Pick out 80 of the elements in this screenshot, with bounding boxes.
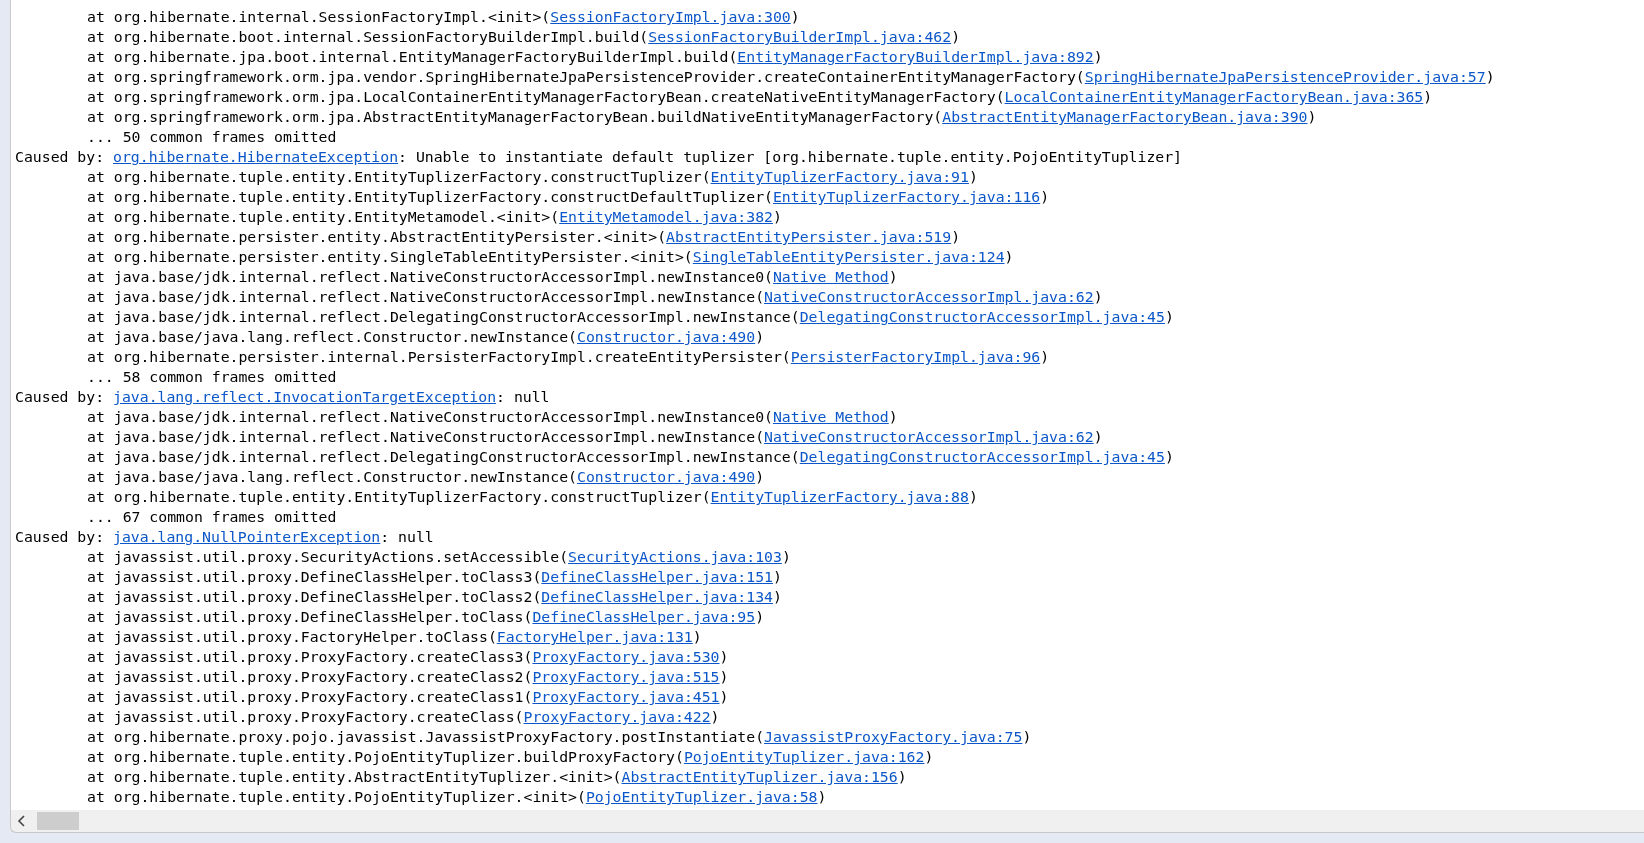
source-link[interactable]: FactoryHelper.java:131 [496,628,693,645]
source-link[interactable]: NativeConstructorAccessorImpl.java:62 [764,288,1094,305]
stack-trace-line: at javassist.util.proxy.ProxyFactory.createClass3(ProxyFactory.java:530) [87,648,729,665]
stack-trace-line: at org.hibernate.boot.internal.SessionFactoryBuilderImpl.build(SessionFactoryBuilderImpl.java:462) [87,28,961,45]
stack-trace-line: at org.hibernate.persister.entity.AbstractEntityPersister.<init>(AbstractEntityPersister.java:519) [87,228,961,245]
stack-trace-line: at org.hibernate.tuple.entity.PojoEntityTuplizer.<init>(PojoEntityTuplizer.java:58) [87,788,827,805]
source-link[interactable]: AbstractEntityManagerFactoryBean.java:390 [942,108,1308,125]
source-link[interactable]: java.lang.NullPointerException [113,528,381,545]
stack-trace-line: ... 50 common frames omitted [87,128,337,145]
stack-trace-line: at javassist.util.proxy.DefineClassHelper.toClass(DefineClassHelper.java:95) [87,608,765,625]
source-link[interactable]: AbstractEntityTuplizer.java:156 [621,768,898,785]
source-link[interactable]: SecurityActions.java:103 [568,548,782,565]
stack-trace-line: at org.hibernate.persister.entity.SingleTableEntityPersister.<init>(SingleTableEntityPersister.java:124) [87,248,1014,265]
source-link[interactable]: EntityTuplizerFactory.java:116 [772,188,1041,205]
source-link[interactable]: LocalContainerEntityManagerFactoryBean.java:365 [1004,88,1424,105]
stack-trace-line: at org.hibernate.tuple.entity.EntityTuplizerFactory.constructDefaultTuplizer(EntityTuplizerFactory.java:116) [87,188,1050,205]
source-link[interactable]: DefineClassHelper.java:134 [541,588,773,605]
stack-trace-line: at java.base/jdk.internal.reflect.NativeConstructorAccessorImpl.newInstance0(Native Method) [87,268,898,285]
stack-trace-line: at java.base/java.lang.reflect.Constructor.newInstance(Constructor.java:490) [87,468,765,485]
stack-trace-line: at java.base/jdk.internal.reflect.NativeConstructorAccessorImpl.newInstance0(Native Method) [87,408,898,425]
stack-trace-line: Caused by: java.lang.NullPointerException: null [15,528,434,545]
source-link[interactable]: Native Method [772,268,889,285]
source-link[interactable]: org.hibernate.HibernateException [113,148,399,165]
stack-trace-line: at org.hibernate.jpa.boot.internal.EntityManagerFactoryBuilderImpl.build(EntityManagerFactoryBuilderImpl.java:892) [87,48,1103,65]
source-link[interactable]: EntityTuplizerFactory.java:91 [710,168,969,185]
stack-trace-line: Caused by: java.lang.reflect.InvocationTargetException: null [15,388,550,405]
stack-trace-line: at org.hibernate.persister.internal.PersisterFactoryImpl.createEntityPersister(PersisterFactoryImpl.java:96) [87,348,1050,365]
source-link[interactable]: ProxyFactory.java:530 [532,648,720,665]
stack-trace-line: at java.base/jdk.internal.reflect.NativeConstructorAccessorImpl.newInstance(NativeConstructorAccessorImpl.java:62) [87,288,1103,305]
source-link[interactable]: SessionFactoryBuilderImpl.java:462 [648,28,952,45]
stack-trace-line: at javassist.util.proxy.DefineClassHelper.toClass2(DefineClassHelper.java:134) [87,588,782,605]
source-link[interactable]: DelegatingConstructorAccessorImpl.java:45 [799,448,1165,465]
stack-trace-line: ... 67 common frames omitted [87,508,337,525]
stack-trace-line: at javassist.util.proxy.SecurityActions.setAccessible(SecurityActions.java:103) [87,548,791,565]
scroll-left-icon[interactable] [17,815,27,827]
source-link[interactable]: ProxyFactory.java:422 [523,708,711,725]
stack-trace-line: at java.base/java.lang.reflect.Constructor.newInstance(Constructor.java:490) [87,328,765,345]
source-link[interactable]: DelegatingConstructorAccessorImpl.java:45 [799,308,1165,325]
horizontal-scrollbar[interactable] [10,810,1644,833]
source-link[interactable]: Constructor.java:490 [576,328,756,345]
stack-trace-line: at org.springframework.orm.jpa.AbstractEntityManagerFactoryBean.buildNativeEntityManagerFactory(AbstractEntityManagerFactoryBean.java:390) [87,108,1317,125]
source-link[interactable]: ProxyFactory.java:451 [532,688,720,705]
source-link[interactable]: SpringHibernateJpaPersistenceProvider.java:57 [1084,68,1486,85]
source-link[interactable]: Native Method [772,408,889,425]
stack-trace-line: at javassist.util.proxy.ProxyFactory.createClass2(ProxyFactory.java:515) [87,668,729,685]
source-link[interactable]: AbstractEntityPersister.java:519 [666,228,952,245]
source-link[interactable]: SingleTableEntityPersister.java:124 [692,248,1005,265]
stack-trace-line: at org.hibernate.proxy.pojo.javassist.JavassistProxyFactory.postInstantiate(JavassistProxyFactory.java:75) [87,728,1032,745]
stack-trace-line: ... 58 common frames omitted [87,368,337,385]
source-link[interactable]: Constructor.java:490 [576,468,756,485]
source-link[interactable]: PojoEntityTuplizer.java:58 [585,788,818,805]
stack-trace-line: at org.hibernate.tuple.entity.EntityMetamodel.<init>(EntityMetamodel.java:382) [87,208,782,225]
stack-trace-line: at javassist.util.proxy.FactoryHelper.toClass(FactoryHelper.java:131) [87,628,702,645]
source-link[interactable]: DefineClassHelper.java:95 [532,608,756,625]
stack-trace-line: at org.hibernate.tuple.entity.EntityTuplizerFactory.constructTuplizer(EntityTuplizerFactory.java:88) [87,488,978,505]
stack-trace-line: at javassist.util.proxy.ProxyFactory.createClass1(ProxyFactory.java:451) [87,688,729,705]
source-link[interactable]: JavassistProxyFactory.java:75 [764,728,1023,745]
stack-trace-line: at org.hibernate.internal.SessionFactoryImpl.<init>(SessionFactoryImpl.java:300) [87,8,800,25]
stack-trace-line: at org.hibernate.tuple.entity.EntityTuplizerFactory.constructTuplizer(EntityTuplizerFactory.java:91) [87,168,978,185]
stack-trace-line: at org.springframework.orm.jpa.LocalContainerEntityManagerFactoryBean.createNativeEntityManagerFactory(LocalContainerEntityManagerFactoryBean.java:365) [87,88,1433,105]
stack-trace-line: at java.base/jdk.internal.reflect.DelegatingConstructorAccessorImpl.newInstance(DelegatingConstructorAccessorImpl.java:45) [87,448,1174,465]
stack-trace-line: at org.springframework.orm.jpa.vendor.SpringHibernateJpaPersistenceProvider.createContainerEntityManagerFactory(SpringHibernateJpaPersistenceProvider.java:57) [87,68,1495,85]
source-link[interactable]: ProxyFactory.java:515 [532,668,720,685]
stack-trace-line: Caused by: org.hibernate.HibernateException: Unable to instantiate default tuplizer [org.hibernate.tuple.entity.PojoEntityTuplizer] [15,148,1183,165]
source-link[interactable]: java.lang.reflect.InvocationTargetException [113,388,497,405]
source-link[interactable]: EntityMetamodel.java:382 [559,208,773,225]
source-link[interactable]: PojoEntityTuplizer.java:162 [683,748,925,765]
stack-trace-line: at org.hibernate.tuple.entity.AbstractEntityTuplizer.<init>(AbstractEntityTuplizer.java:156) [87,768,907,785]
stack-trace-line: at java.base/jdk.internal.reflect.DelegatingConstructorAccessorImpl.newInstance(DelegatingConstructorAccessorImpl.java:45) [87,308,1174,325]
scrollbar-thumb[interactable] [37,812,79,830]
stack-trace-line: at javassist.util.proxy.DefineClassHelper.toClass3(DefineClassHelper.java:151) [87,568,782,585]
stack-trace-line: at java.base/jdk.internal.reflect.NativeConstructorAccessorImpl.newInstance(NativeConstructorAccessorImpl.java:62) [87,428,1103,445]
stack-trace-line: at javassist.util.proxy.ProxyFactory.createClass(ProxyFactory.java:422) [87,708,720,725]
source-link[interactable]: EntityTuplizerFactory.java:88 [710,488,969,505]
source-link[interactable]: PersisterFactoryImpl.java:96 [790,348,1041,365]
source-link[interactable]: SessionFactoryImpl.java:300 [550,8,791,25]
source-link[interactable]: EntityManagerFactoryBuilderImpl.java:892 [737,48,1094,65]
source-link[interactable]: NativeConstructorAccessorImpl.java:62 [764,428,1094,445]
stack-trace-line: at org.hibernate.tuple.entity.PojoEntityTuplizer.buildProxyFactory(PojoEntityTuplizer.java:162) [87,748,934,765]
source-link[interactable]: DefineClassHelper.java:151 [541,568,773,585]
